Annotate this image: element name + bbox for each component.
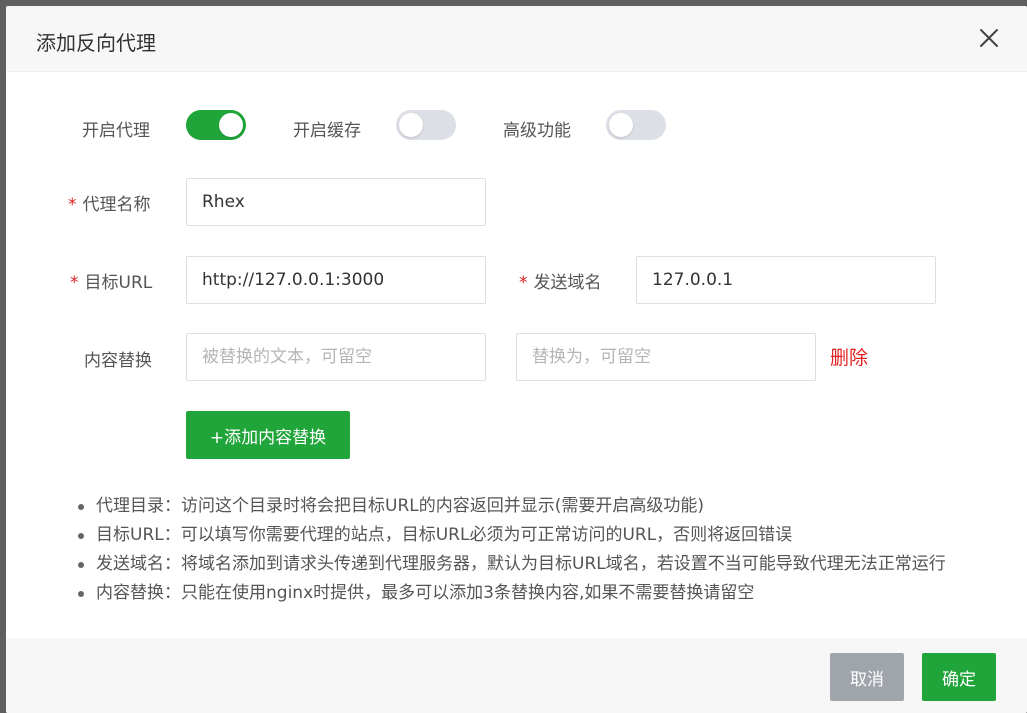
dialog-footer: 取消 确定	[6, 638, 1027, 713]
dialog-header: 添加反向代理	[6, 6, 1027, 72]
confirm-button[interactable]: 确定	[922, 653, 996, 701]
required-mark: *	[519, 273, 528, 293]
proxy-name-label: * 代理名称	[68, 190, 151, 215]
delete-replace-link[interactable]: 删除	[830, 343, 868, 370]
required-mark: *	[68, 195, 77, 215]
replace-from-input[interactable]	[186, 333, 486, 381]
send-domain-label: * 发送域名	[519, 268, 602, 293]
enable-proxy-switch[interactable]	[186, 110, 246, 140]
close-icon	[980, 29, 998, 47]
proxy-name-label-text: 代理名称	[82, 195, 151, 215]
switch-knob	[609, 113, 633, 137]
tip-item: 代理目录：访问这个目录时将会把目标URL的内容返回并显示(需要开启高级功能)	[76, 492, 946, 521]
tip-item: 目标URL：可以填写你需要代理的站点，目标URL必须为可正常访问的URL，否则将…	[76, 521, 946, 550]
tip-item: 发送域名：将域名添加到请求头传递到代理服务器，默认为目标URL域名，若设置不当可…	[76, 550, 946, 579]
required-mark: *	[70, 273, 79, 293]
replace-to-input[interactable]	[516, 333, 816, 381]
send-domain-input[interactable]	[636, 256, 936, 304]
enable-cache-switch[interactable]	[396, 110, 456, 140]
switch-knob	[399, 113, 423, 137]
add-content-replace-button[interactable]: +添加内容替换	[186, 411, 350, 459]
dialog-title: 添加反向代理	[36, 31, 156, 55]
close-button[interactable]	[977, 26, 1001, 50]
advanced-features-switch[interactable]	[606, 110, 666, 140]
content-replace-label: 内容替换	[84, 351, 152, 371]
proxy-name-input[interactable]	[186, 178, 486, 226]
target-url-label: * 目标URL	[70, 268, 152, 293]
switch-knob	[219, 113, 243, 137]
cancel-button[interactable]: 取消	[830, 653, 904, 701]
enable-cache-label: 开启缓存	[293, 121, 361, 141]
advanced-features-label: 高级功能	[503, 121, 571, 141]
help-tips-list: 代理目录：访问这个目录时将会把目标URL的内容返回并显示(需要开启高级功能) 目…	[76, 492, 946, 608]
add-reverse-proxy-dialog: 添加反向代理 开启代理 开启缓存 高级功能 *代理名称 *目标URL *发送域名…	[6, 6, 1027, 713]
target-url-label-text: 目标URL	[84, 273, 153, 293]
enable-proxy-label: 开启代理	[82, 121, 150, 141]
tip-item: 内容替换：只能在使用nginx时提供，最多可以添加3条替换内容,如果不需要替换请…	[76, 579, 946, 608]
target-url-input[interactable]	[186, 256, 486, 304]
send-domain-label-text: 发送域名	[533, 273, 602, 293]
